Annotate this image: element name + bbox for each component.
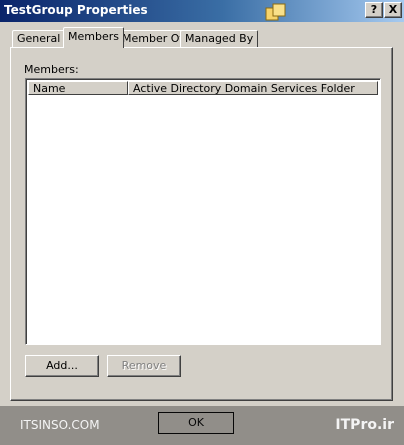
watermark-left-text: ITSINSO.COM	[20, 418, 100, 432]
close-button[interactable]: X	[384, 2, 402, 18]
tab-member-of[interactable]: Member Of	[117, 30, 189, 47]
remove-button[interactable]: Remove	[107, 355, 181, 377]
help-button[interactable]: ?	[365, 2, 383, 18]
watermark-right-text: ITPro.ir	[335, 417, 394, 433]
tab-general[interactable]: General	[12, 30, 66, 47]
window-title: TestGroup Properties	[4, 3, 148, 17]
add-button[interactable]: Add...	[25, 355, 99, 377]
column-header-folder[interactable]: Active Directory Domain Services Folder	[128, 81, 378, 95]
members-list[interactable]: Name Active Directory Domain Services Fo…	[25, 78, 381, 345]
column-header-name[interactable]: Name	[28, 81, 128, 95]
group-icon	[265, 3, 286, 21]
tab-members[interactable]: Members	[63, 27, 124, 48]
watermark-banner: ITSINSO.COM ITPro.ir	[0, 406, 404, 445]
tab-managed-by[interactable]: Managed By	[180, 30, 259, 47]
members-label: Members:	[24, 63, 79, 76]
title-bar[interactable]: TestGroup Properties ? X	[0, 0, 404, 22]
